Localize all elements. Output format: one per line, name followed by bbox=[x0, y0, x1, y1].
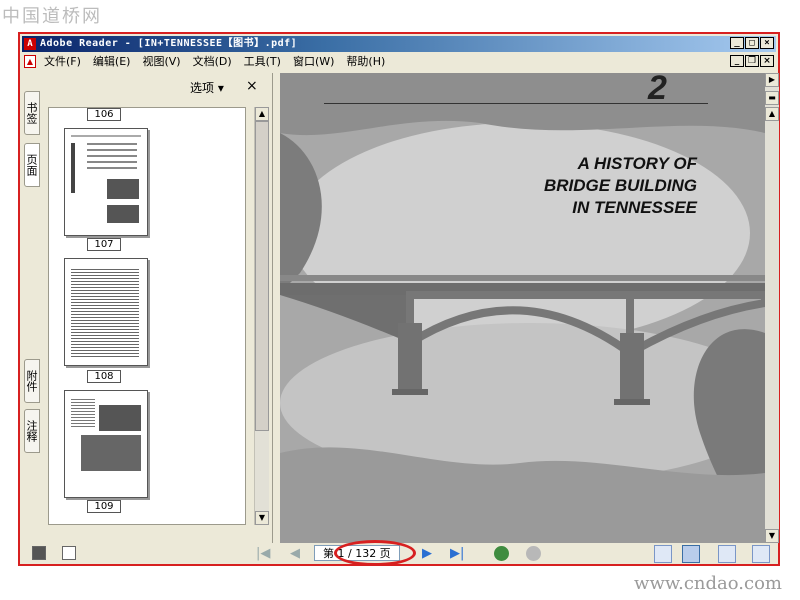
menu-view[interactable]: 视图(V) bbox=[142, 53, 180, 70]
menu-items: 文件(F) 编辑(E) 视图(V) 文档(D) 工具(T) 窗口(W) 帮助(H… bbox=[44, 53, 385, 70]
menu-tools[interactable]: 工具(T) bbox=[244, 53, 281, 70]
document-scrollbar[interactable]: ▶ ▬ ▲ ▼ bbox=[765, 73, 779, 543]
go-back-icon[interactable] bbox=[494, 546, 509, 561]
panel-toggle-icon[interactable] bbox=[62, 546, 76, 560]
text-line bbox=[87, 155, 137, 157]
pages-panel: 选项 ▾ × 106 107 108 109 ▲ ▼ bbox=[44, 73, 273, 543]
thumbnail-page-109[interactable] bbox=[64, 390, 148, 498]
menu-window[interactable]: 窗口(W) bbox=[293, 53, 334, 70]
bridge-photo bbox=[280, 73, 765, 543]
scroll-track[interactable] bbox=[765, 121, 779, 527]
chapter-number: 2 bbox=[648, 73, 667, 107]
thumbnail-list: 106 107 108 109 bbox=[48, 107, 246, 525]
title-bar[interactable]: A Adobe Reader - [IN+TENNESSEE【图书】.pdf] … bbox=[22, 36, 776, 52]
window-controls: _ □ × bbox=[730, 37, 774, 49]
doc-close-button[interactable]: × bbox=[760, 55, 774, 67]
document-window-controls: _ ❐ × bbox=[730, 55, 774, 67]
options-label: 选项 bbox=[190, 81, 215, 95]
scroll-up-icon[interactable]: ▲ bbox=[765, 107, 779, 121]
tab-bookmarks[interactable]: 书签 bbox=[24, 91, 40, 135]
doc-minimize-button[interactable]: _ bbox=[730, 55, 744, 67]
text-line bbox=[87, 149, 137, 151]
navigation-tabs: 书签 页面 附件 注释 bbox=[22, 73, 42, 543]
text-block bbox=[71, 399, 95, 429]
adobe-app-icon[interactable]: A bbox=[24, 38, 36, 50]
menu-document[interactable]: 文档(D) bbox=[193, 53, 232, 70]
panel-splitter[interactable] bbox=[273, 73, 279, 543]
previous-page-icon[interactable]: ◀ bbox=[290, 546, 300, 562]
continuous-facing-layout-icon[interactable] bbox=[718, 545, 736, 563]
options-menu[interactable]: 选项 ▾ bbox=[190, 79, 224, 96]
menu-file[interactable]: 文件(F) bbox=[44, 53, 81, 70]
text-line bbox=[87, 161, 137, 163]
document-view[interactable]: 2 A HISTORY OF BRIDGE BUILDING IN TENNES… bbox=[280, 73, 765, 543]
pages-panel-header: 选项 ▾ × bbox=[44, 73, 272, 105]
thumbnail-image bbox=[99, 405, 141, 431]
thumbnail-scrollbar[interactable]: ▲ ▼ bbox=[254, 107, 269, 525]
menu-help[interactable]: 帮助(H) bbox=[346, 53, 385, 70]
text-line bbox=[87, 143, 137, 145]
text-line bbox=[71, 143, 75, 193]
app-window: A Adobe Reader - [IN+TENNESSEE【图书】.pdf] … bbox=[18, 32, 780, 566]
close-button[interactable]: × bbox=[760, 37, 774, 49]
panel-close-icon[interactable]: × bbox=[246, 78, 258, 94]
text-block bbox=[71, 269, 139, 357]
maximize-button[interactable]: □ bbox=[745, 37, 759, 49]
page-size-icon[interactable] bbox=[32, 546, 46, 560]
status-bar: |◀ ◀ 第 1 / 132 页 ▶ ▶| bbox=[22, 540, 776, 566]
single-page-layout-icon[interactable] bbox=[654, 545, 672, 563]
watermark-top: 中国道桥网 bbox=[2, 6, 102, 27]
facing-layout-icon[interactable] bbox=[752, 545, 770, 563]
go-forward-icon[interactable] bbox=[526, 546, 541, 561]
tab-pages[interactable]: 页面 bbox=[24, 143, 40, 187]
doc-restore-button[interactable]: ❐ bbox=[745, 55, 759, 67]
scroll-up-icon[interactable]: ▲ bbox=[255, 107, 269, 121]
thumbnail-page-108[interactable] bbox=[64, 258, 148, 366]
cover-photo bbox=[280, 73, 765, 543]
tab-comments[interactable]: 注释 bbox=[24, 409, 40, 453]
text-line bbox=[87, 167, 137, 169]
next-page-arrow-icon[interactable]: ▶ bbox=[765, 73, 779, 87]
thumbnail-label: 106 bbox=[87, 108, 121, 121]
next-page-icon[interactable]: ▶ bbox=[422, 546, 432, 562]
scroll-down-icon[interactable]: ▼ bbox=[255, 511, 269, 525]
last-page-icon[interactable]: ▶| bbox=[450, 546, 464, 562]
scroll-thumb[interactable] bbox=[255, 121, 269, 431]
continuous-layout-icon[interactable] bbox=[682, 545, 700, 563]
thumbnail-page-107[interactable] bbox=[64, 128, 148, 236]
minimize-button[interactable]: _ bbox=[730, 37, 744, 49]
tab-attachments[interactable]: 附件 bbox=[24, 359, 40, 403]
scroll-down-icon[interactable]: ▼ bbox=[765, 529, 779, 543]
thumbnail-image bbox=[107, 179, 139, 199]
pdf-document-icon[interactable]: ▲ bbox=[24, 55, 36, 68]
thumbnail-label: 108 bbox=[87, 370, 121, 383]
thumbnail-image bbox=[107, 205, 139, 223]
chevron-down-icon: ▾ bbox=[217, 81, 224, 95]
text-line bbox=[71, 135, 141, 137]
menu-edit[interactable]: 编辑(E) bbox=[93, 53, 131, 70]
document-title: A HISTORY OF BRIDGE BUILDING IN TENNESSE… bbox=[544, 154, 697, 217]
window-title: Adobe Reader - [IN+TENNESSEE【图书】.pdf] bbox=[40, 38, 298, 49]
first-page-icon[interactable]: |◀ bbox=[256, 546, 270, 562]
thumbnail-label: 109 bbox=[87, 500, 121, 513]
thumbnail-image bbox=[81, 435, 141, 471]
thumbnail-label: 107 bbox=[87, 238, 121, 251]
watermark-bottom: www.cndao.com bbox=[634, 573, 782, 594]
page-number-highlight bbox=[334, 540, 416, 566]
scroll-top-icon[interactable]: ▬ bbox=[765, 91, 779, 105]
menu-bar: ▲ 文件(F) 编辑(E) 视图(V) 文档(D) 工具(T) 窗口(W) 帮助… bbox=[22, 53, 776, 70]
